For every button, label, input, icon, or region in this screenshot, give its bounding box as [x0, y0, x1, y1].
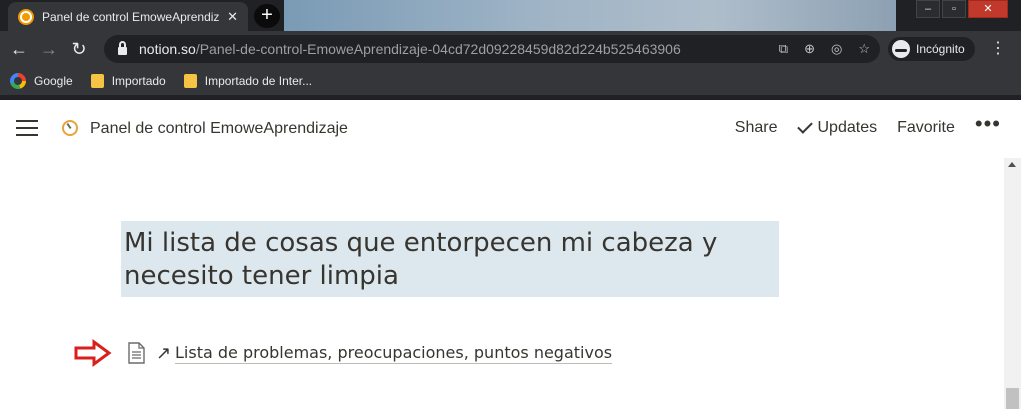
maximize-icon[interactable]: ▫	[942, 0, 966, 18]
incognito-label: Incógnito	[916, 42, 965, 56]
lock-icon[interactable]	[118, 41, 127, 55]
header-actions: Share Updates Favorite •••	[735, 111, 1001, 137]
linked-page-link[interactable]: Lista de problemas, preocupaciones, punt…	[175, 343, 613, 364]
updates-label: Updates	[817, 119, 878, 136]
incognito-badge[interactable]: Incógnito	[888, 37, 975, 61]
incognito-icon	[892, 40, 910, 58]
minimize-icon[interactable]: –	[916, 0, 940, 18]
check-icon	[796, 118, 813, 134]
bookmarks-bar: Google Importado Importado de Inter...	[0, 67, 1021, 95]
tab-active[interactable]: Panel de control EmoweAprendiz ✕	[8, 2, 248, 31]
close-window-icon[interactable]: ✕	[968, 0, 1008, 18]
notion-topbar: Panel de control EmoweAprendizaje Share …	[0, 100, 1021, 158]
url-host: notion.so	[139, 41, 196, 57]
share-button[interactable]: Share	[735, 119, 778, 137]
omnibox-icons: ⧉ ⊕ ◎ ☆	[779, 35, 870, 63]
folder-icon	[183, 74, 197, 88]
bookmark-label: Google	[34, 74, 73, 88]
bookmark-star-icon[interactable]: ☆	[858, 41, 870, 57]
bookmark-google[interactable]: Google	[10, 73, 73, 89]
back-icon[interactable]: ←	[4, 34, 34, 64]
bookmark-label: Importado	[111, 74, 166, 88]
page-scrollbar[interactable]	[1004, 158, 1021, 409]
scroll-up-icon[interactable]	[1008, 162, 1016, 167]
notion-page-icon[interactable]	[62, 120, 78, 136]
tab-strip: Panel de control EmoweAprendiz ✕ + – ▫ ✕	[0, 0, 1021, 31]
tracking-blocked-icon[interactable]: ◎	[831, 41, 842, 57]
bookmark-label: Importado de Inter...	[204, 74, 313, 88]
bookmark-folder-importado[interactable]: Importado	[90, 74, 166, 88]
bookmark-folder-importado-inter[interactable]: Importado de Inter...	[183, 74, 313, 88]
browser-toolbar: ← → ↻ notion.so /Panel-de-control-EmoweA…	[0, 31, 1021, 67]
zoom-icon[interactable]: ⊕	[804, 41, 815, 57]
red-arrow-annotation	[74, 339, 112, 367]
breadcrumb[interactable]: Panel de control EmoweAprendizaje	[90, 120, 348, 138]
address-bar[interactable]: notion.so /Panel-de-control-EmoweAprendi…	[104, 35, 880, 63]
tab-close-icon[interactable]: ✕	[227, 9, 238, 25]
background-tabs[interactable]	[284, 0, 896, 31]
reload-icon[interactable]: ↻	[64, 34, 94, 64]
url-path: /Panel-de-control-EmoweAprendizaje-04cd7…	[195, 41, 681, 57]
browser-menu-icon[interactable]: ⋮	[990, 39, 1006, 59]
tab-title: Panel de control EmoweAprendiz	[42, 9, 220, 24]
translate-icon[interactable]: ⧉	[779, 41, 788, 57]
highlighted-heading-block[interactable]: Mi lista de cosas que entorpecen mi cabe…	[121, 221, 779, 297]
new-tab-button[interactable]: +	[254, 4, 280, 28]
hamburger-icon[interactable]	[16, 120, 38, 136]
tab-favicon-icon	[18, 8, 34, 25]
updates-button[interactable]: Updates	[796, 118, 878, 137]
folder-icon	[90, 74, 104, 88]
favorite-button[interactable]: Favorite	[897, 119, 955, 137]
scroll-thumb[interactable]	[1006, 388, 1019, 409]
page-heading: Mi lista de cosas que entorpecen mi cabe…	[124, 228, 718, 291]
forward-icon[interactable]: →	[34, 34, 64, 64]
document-icon[interactable]	[128, 342, 145, 364]
more-options-icon[interactable]: •••	[975, 111, 1001, 137]
link-arrow-icon: ↗	[156, 343, 172, 363]
google-icon	[10, 73, 26, 89]
